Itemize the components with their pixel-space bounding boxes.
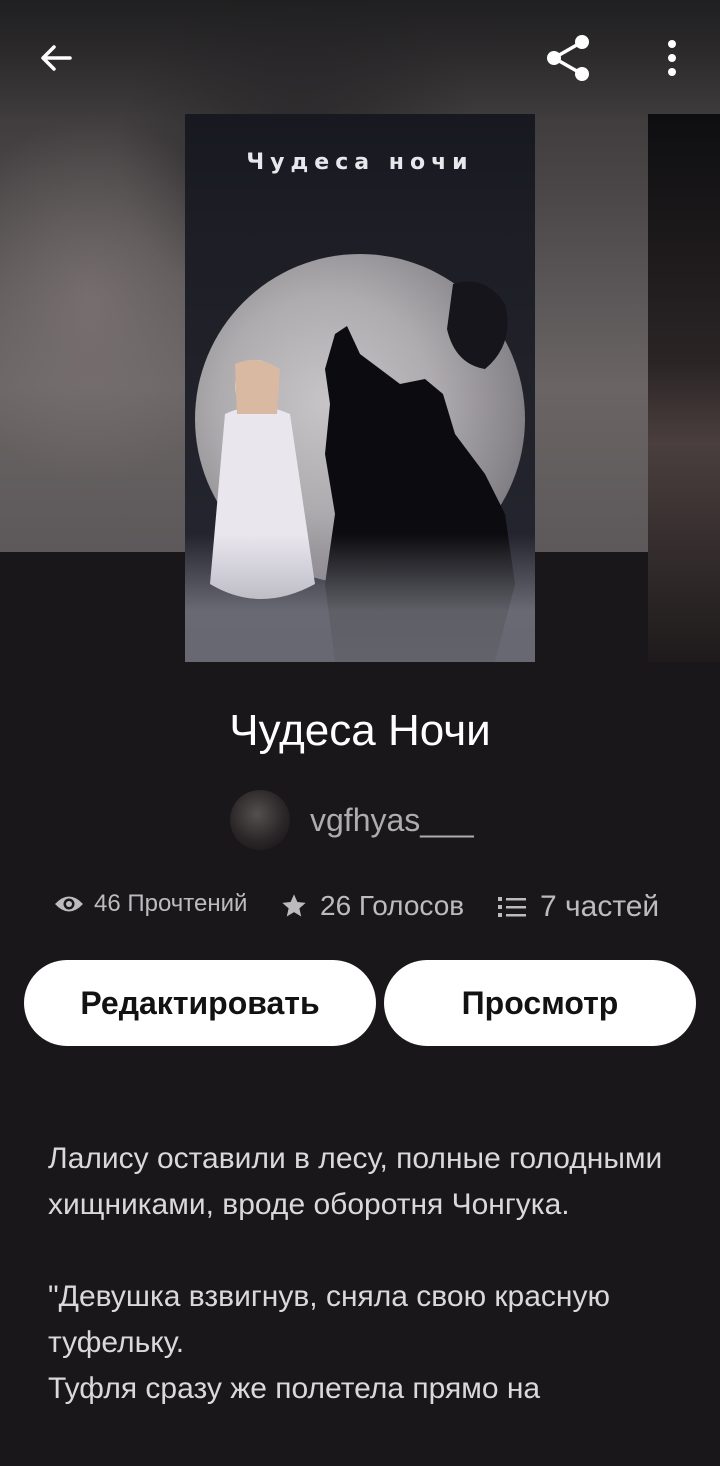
story-title: Чудеса Ночи: [229, 706, 491, 755]
list-icon: [498, 897, 526, 917]
reads-count: 46 Прочтений: [94, 890, 248, 917]
story-stats: 46 Прочтений 26 Голосов 7 частей: [0, 880, 720, 936]
votes-stat: 26 Голосов: [280, 890, 464, 922]
share-button[interactable]: [536, 26, 600, 90]
story-description: Лалису оставили в лесу, полные голодными…: [48, 1136, 678, 1412]
author-row[interactable]: vgfhyas___: [230, 790, 474, 850]
votes-count: 26 Голосов: [320, 890, 465, 921]
preview-button[interactable]: Просмотр: [384, 960, 696, 1046]
description-paragraph: "Девушка взвигнув, сняла свою красную ту…: [48, 1280, 610, 1359]
author-name[interactable]: vgfhyas___: [310, 802, 474, 839]
parts-count: 7 частей: [540, 890, 660, 923]
description-paragraph: Лалису оставили в лесу, полные голодными…: [48, 1142, 663, 1221]
star-icon: [282, 894, 306, 917]
back-button[interactable]: [24, 26, 88, 90]
more-vertical-icon: [668, 40, 676, 76]
edit-button[interactable]: Редактировать: [24, 960, 376, 1046]
author-avatar[interactable]: [230, 790, 290, 850]
eye-icon: [55, 896, 83, 912]
cover-mist: [185, 534, 535, 662]
cover-title-text: Чудеса ночи: [246, 150, 474, 175]
arrow-left-icon: [41, 45, 72, 71]
share-icon: [547, 35, 589, 81]
parts-stat: 7 частей: [498, 890, 659, 924]
story-cover[interactable]: Чудеса ночи: [185, 114, 535, 662]
description-paragraph: Туфля сразу же полетела прямо на: [48, 1372, 541, 1405]
reads-stat: 46 Прочтений: [54, 890, 247, 918]
next-story-cover[interactable]: [648, 114, 720, 662]
more-options-button[interactable]: [640, 26, 704, 90]
top-app-bar: [0, 0, 720, 120]
